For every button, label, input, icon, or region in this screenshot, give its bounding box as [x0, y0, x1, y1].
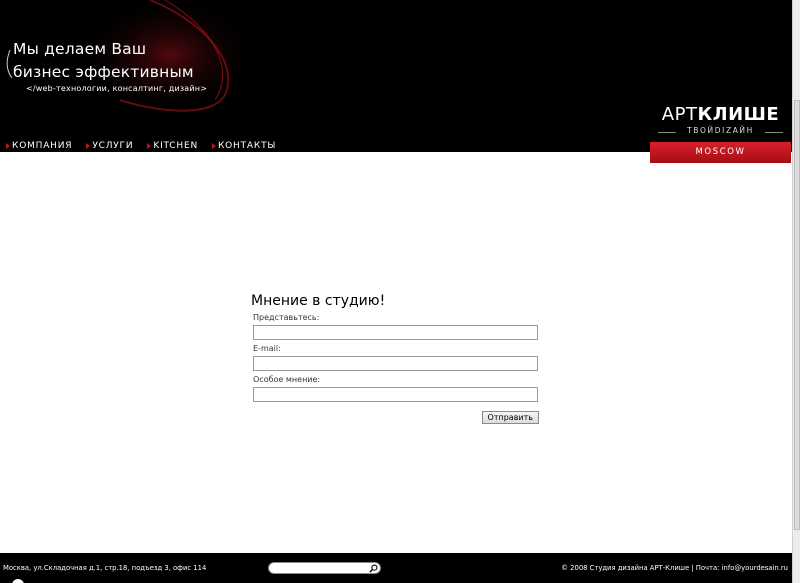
city-badge: MOSCOW — [650, 142, 791, 163]
logo-tagline: ТВОЙDIZAЙН — [687, 126, 754, 135]
email-input[interactable] — [253, 356, 538, 371]
site-footer: Москва, ул.Складочная д.1, стр.18, подъе… — [0, 553, 792, 583]
slogan-line-1: Мы делаем Ваш — [13, 40, 147, 58]
slogan: Мы делаем Ваш бизнес эффективным — [13, 38, 194, 84]
email-label: E-mail: — [253, 344, 281, 353]
feedback-form: Мнение в студию! Представьтесь: E-mail: … — [251, 293, 539, 424]
main-nav: КОМПАНИЯ УСЛУГИ KITCHEN КОНТАКТЫ — [6, 141, 290, 151]
arrow-right-icon — [86, 143, 91, 149]
nav-item-label: КОНТАКТЫ — [217, 141, 277, 151]
nav-item-label: КОМПАНИЯ — [12, 141, 73, 151]
site-header: Мы делаем Ваш бизнес эффективным </web-т… — [0, 0, 792, 152]
footer-decoration — [12, 579, 24, 583]
logo-part-2: КЛИШЕ — [697, 104, 780, 125]
nav-item-contacts[interactable]: КОНТАКТЫ — [211, 141, 277, 151]
arrow-right-icon — [6, 143, 10, 149]
arrow-right-icon — [211, 143, 216, 149]
logo-divider-left — [658, 132, 676, 133]
logo-divider-right — [765, 132, 783, 133]
slogan-line-2: бизнес эффективным — [13, 63, 194, 81]
page-scrollbar[interactable] — [792, 0, 800, 583]
form-title: Мнение в студию! — [251, 293, 386, 309]
nav-item-services[interactable]: УСЛУГИ — [86, 141, 133, 151]
nav-item-kitchen[interactable]: KITCHEN — [147, 141, 198, 151]
nav-item-company[interactable]: КОМПАНИЯ — [6, 141, 72, 151]
footer-copyright: © 2008 Студия дизайна АРТ-Клише | Почта:… — [561, 564, 788, 572]
site-logo[interactable]: АРТКЛИШЕ ТВОЙDIZAЙН — [650, 105, 791, 135]
search-icon[interactable] — [369, 564, 378, 573]
nav-item-label: KITCHEN — [153, 141, 198, 151]
sub-slogan: </web-технологии, консалтинг, дизайн> — [26, 84, 208, 93]
opinion-label: Особое мнение: — [253, 375, 321, 384]
footer-search — [268, 562, 381, 574]
submit-row: Отправить — [251, 405, 539, 424]
opinion-input[interactable] — [253, 387, 538, 402]
logo-wordmark: АРТКЛИШЕ — [650, 105, 791, 125]
name-input[interactable] — [253, 325, 538, 340]
search-input[interactable] — [275, 563, 369, 573]
scrollbar-thumb[interactable] — [794, 100, 800, 530]
nav-item-label: УСЛУГИ — [92, 141, 134, 151]
name-label: Представьтесь: — [253, 313, 320, 322]
submit-button[interactable]: Отправить — [481, 411, 539, 424]
logo-part-1: АРТ — [661, 104, 698, 125]
footer-address: Москва, ул.Складочная д.1, стр.18, подъе… — [3, 564, 207, 572]
arrow-right-icon — [147, 143, 152, 149]
